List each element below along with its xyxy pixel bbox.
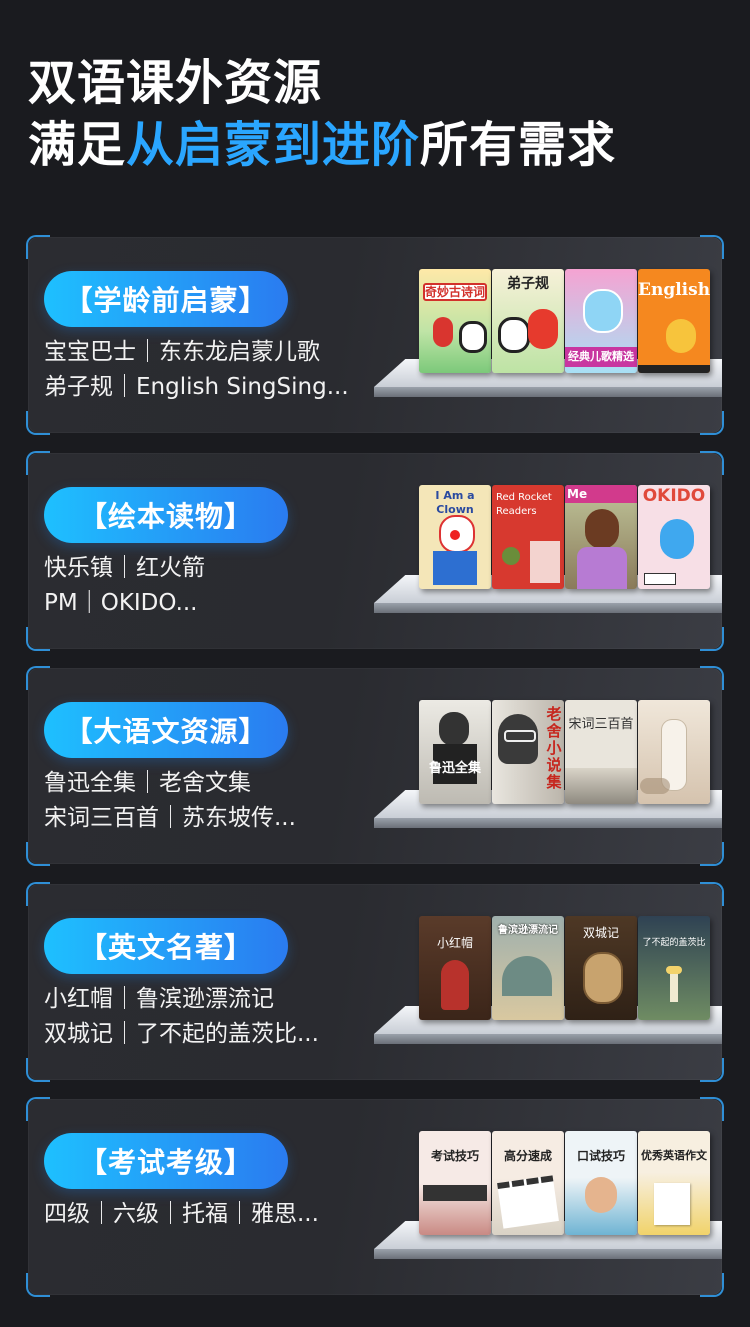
category-card-exams[interactable]: 【考试考级】 四级｜六级｜托福｜雅思... 考试技巧 高分速成 口试技巧 优秀英… (26, 1097, 724, 1297)
category-description: 宝宝巴士｜东东龙启蒙儿歌 弟子规｜English SingSing... (44, 335, 349, 405)
headline: 双语课外资源 满足从启蒙到进阶所有需求 (28, 52, 616, 176)
book-cover[interactable]: English (638, 269, 710, 373)
book-cover[interactable]: 小红帽 (419, 916, 491, 1020)
description-line: 宝宝巴士｜东东龙启蒙儿歌 (44, 339, 320, 365)
category-description: 快乐镇｜红火箭 PM｜OKIDO... (44, 551, 205, 621)
book-cover[interactable]: 老舍小说集 (492, 700, 564, 804)
category-tag[interactable]: 【英文名著】 (44, 918, 288, 974)
category-tag[interactable]: 【大语文资源】 (44, 702, 288, 758)
book-cover[interactable]: Red Rocket Readers (492, 485, 564, 589)
category-description: 鲁迅全集｜老舍文集 宋词三百首｜苏东坡传... (44, 766, 296, 836)
category-card-chinese-literature[interactable]: 【大语文资源】 鲁迅全集｜老舍文集 宋词三百首｜苏东坡传... 鲁迅全集 老舍小… (26, 666, 724, 866)
book-cover[interactable]: 高分速成 (492, 1131, 564, 1235)
book-row: 小红帽 鲁滨逊漂流记 双城记 了不起的盖茨比 (419, 916, 711, 1020)
book-cover[interactable]: 鲁滨逊漂流记 (492, 916, 564, 1020)
book-cover[interactable]: 优秀英语作文 (638, 1131, 710, 1235)
book-cover[interactable] (638, 700, 710, 804)
description-line: 四级｜六级｜托福｜雅思... (44, 1201, 319, 1227)
headline-line-1: 双语课外资源 (28, 55, 323, 111)
headline-prefix: 满足 (28, 117, 127, 173)
description-line: 快乐镇｜红火箭 (44, 555, 205, 581)
book-row: I Am a Clown Red Rocket Readers Me OKIDO (419, 485, 711, 589)
headline-highlight: 从启蒙到进阶 (126, 117, 421, 173)
book-cover[interactable]: 经典儿歌精选 (565, 269, 637, 373)
description-line: 鲁迅全集｜老舍文集 (44, 770, 251, 796)
category-tag[interactable]: 【考试考级】 (44, 1133, 288, 1189)
book-cover[interactable]: OKIDO (638, 485, 710, 589)
book-row: 考试技巧 高分速成 口试技巧 优秀英语作文 (419, 1131, 711, 1235)
book-cover[interactable]: 口试技巧 (565, 1131, 637, 1235)
description-line: PM｜OKIDO... (44, 590, 198, 616)
category-card-picture-books[interactable]: 【绘本读物】 快乐镇｜红火箭 PM｜OKIDO... I Am a Clown … (26, 451, 724, 651)
book-row: 鲁迅全集 老舍小说集 宋词三百首 (419, 700, 711, 804)
book-cover[interactable]: 了不起的盖茨比 (638, 916, 710, 1020)
book-cover[interactable]: 双城记 (565, 916, 637, 1020)
book-cover[interactable]: 奇妙古诗词 (419, 269, 491, 373)
headline-line-2: 满足从启蒙到进阶所有需求 (28, 114, 616, 176)
book-cover[interactable]: 宋词三百首 (565, 700, 637, 804)
headline-suffix: 所有需求 (420, 117, 617, 173)
book-cover[interactable]: I Am a Clown (419, 485, 491, 589)
book-row: 奇妙古诗词 弟子规 经典儿歌精选 English (419, 269, 711, 373)
book-cover[interactable]: 考试技巧 (419, 1131, 491, 1235)
description-line: 双城记｜了不起的盖茨比... (44, 1021, 319, 1047)
category-card-english-classics[interactable]: 【英文名著】 小红帽｜鲁滨逊漂流记 双城记｜了不起的盖茨比... 小红帽 鲁滨逊… (26, 882, 724, 1082)
description-line: 弟子规｜English SingSing... (44, 374, 349, 400)
category-description: 四级｜六级｜托福｜雅思... (44, 1197, 319, 1232)
book-cover[interactable]: 弟子规 (492, 269, 564, 373)
book-cover[interactable]: Me (565, 485, 637, 589)
category-tag[interactable]: 【学龄前启蒙】 (44, 271, 288, 327)
book-cover[interactable]: 鲁迅全集 (419, 700, 491, 804)
description-line: 小红帽｜鲁滨逊漂流记 (44, 986, 274, 1012)
category-card-preschool[interactable]: 【学龄前启蒙】 宝宝巴士｜东东龙启蒙儿歌 弟子规｜English SingSin… (26, 235, 724, 435)
category-tag[interactable]: 【绘本读物】 (44, 487, 288, 543)
category-description: 小红帽｜鲁滨逊漂流记 双城记｜了不起的盖茨比... (44, 982, 319, 1052)
description-line: 宋词三百首｜苏东坡传... (44, 805, 296, 831)
